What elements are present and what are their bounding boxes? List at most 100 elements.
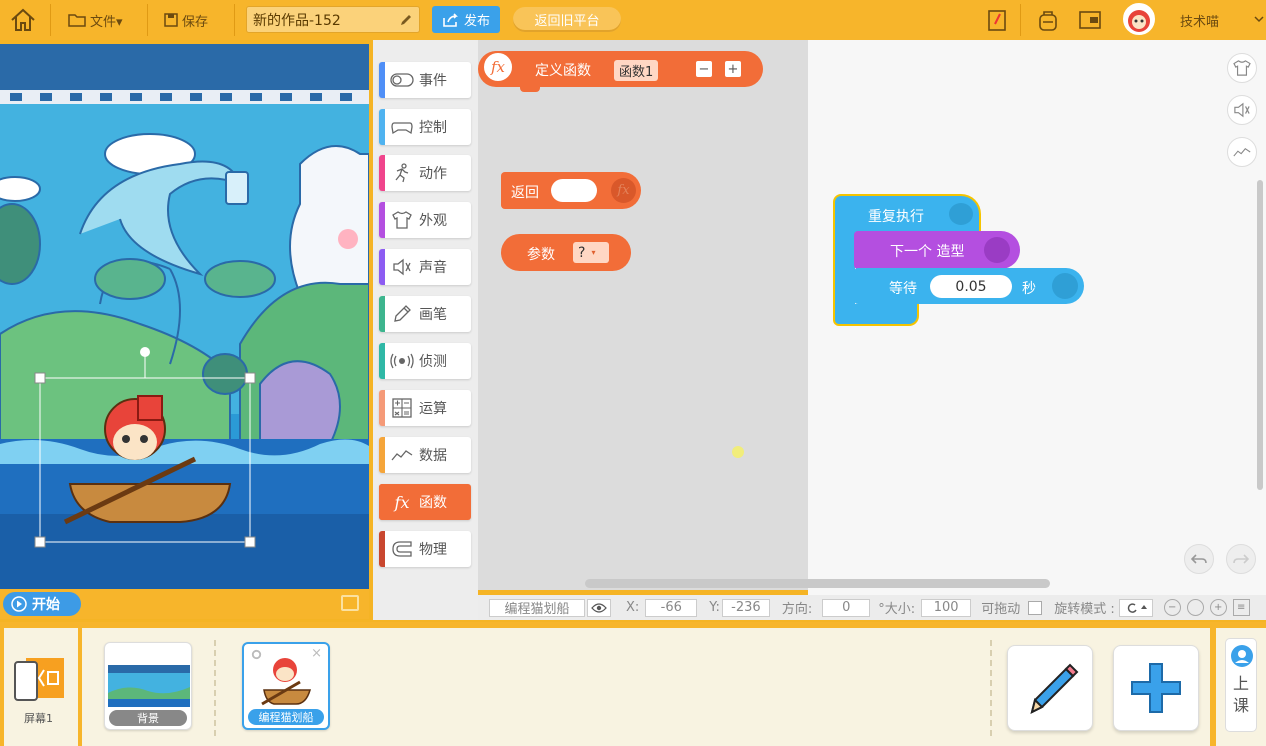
sprite-name-label: 背景: [109, 710, 187, 726]
sprite-status-bar: 编程猫划船 X: -66 Y: -236 方向: 0 °大小: 100 可拖动 …: [478, 595, 1266, 620]
repeat-block-arm: [833, 230, 855, 308]
category-motion[interactable]: 动作: [379, 155, 471, 191]
publish-label: 发布: [463, 14, 490, 29]
rotate-icon: [1127, 602, 1147, 613]
backpack-icon[interactable]: [1036, 8, 1060, 32]
works-folder-icon[interactable]: [1078, 8, 1102, 32]
category-events[interactable]: 事件: [379, 62, 471, 98]
repeat-label: 重复执行: [868, 209, 924, 225]
calculator-icon: [392, 398, 412, 418]
redo-button[interactable]: [1226, 544, 1256, 574]
add-param-button[interactable]: +: [725, 61, 741, 77]
project-title: 新的作品-152: [253, 12, 341, 29]
sprite-card-background[interactable]: 背景: [104, 642, 192, 730]
screen-thumbnail[interactable]: [14, 654, 66, 702]
param-block[interactable]: 参数 ? ▾: [501, 234, 631, 271]
seconds-label: 秒: [1022, 281, 1036, 297]
file-menu[interactable]: 文件▾: [68, 9, 123, 31]
home-icon: [11, 8, 35, 31]
divider: [1020, 4, 1021, 36]
zoom-in-icon[interactable]: +: [1209, 599, 1227, 616]
lesson-book-icon[interactable]: [986, 8, 1010, 32]
return-block[interactable]: 返回 fx: [501, 172, 641, 209]
publish-button[interactable]: 发布: [432, 6, 500, 33]
return-value-slot[interactable]: [551, 179, 597, 202]
y-input[interactable]: -236: [721, 598, 770, 617]
project-title-input[interactable]: 新的作品-152: [246, 6, 420, 33]
next-costume-block[interactable]: 下一个 造型: [854, 231, 1020, 269]
stage-canvas[interactable]: [0, 44, 369, 589]
return-label: 返回: [511, 185, 539, 201]
sprite-card-boat-cat[interactable]: × 编程猫划船: [242, 642, 330, 730]
data-panel-button[interactable]: [1227, 137, 1257, 167]
menu-icon[interactable]: ≡: [1232, 599, 1250, 616]
costume-panel-button[interactable]: [1227, 53, 1257, 83]
category-label: 函数: [419, 495, 447, 511]
plus-icon: [1131, 663, 1181, 713]
divider: [990, 640, 992, 736]
top-bar: 文件▾ 保存 新的作品-152 发布 返回旧平台 技术喵: [0, 0, 1266, 40]
runner-icon: [395, 163, 409, 183]
chart-icon: [391, 450, 413, 461]
avatar-image: [1128, 10, 1150, 32]
category-sound[interactable]: 声音: [379, 249, 471, 285]
remove-param-button[interactable]: −: [696, 61, 712, 77]
sprite-name-field[interactable]: 编程猫划船: [489, 598, 585, 617]
wait-seconds-input[interactable]: 0.05: [930, 275, 1012, 298]
class-button[interactable]: 上课: [1225, 638, 1257, 732]
username[interactable]: 技术喵: [1180, 11, 1219, 30]
add-sprite-button[interactable]: [1113, 645, 1199, 731]
start-button[interactable]: 开始: [3, 592, 81, 616]
fullscreen-icon[interactable]: [341, 595, 359, 611]
category-looks[interactable]: 外观: [379, 202, 471, 238]
category-sensing[interactable]: 侦测: [379, 343, 471, 379]
x-input[interactable]: -66: [645, 598, 698, 617]
sound-panel-button[interactable]: [1227, 95, 1257, 125]
sprite-name-label: 编程猫划船: [248, 709, 324, 725]
play-icon: [11, 596, 27, 612]
size-input[interactable]: 100: [921, 598, 972, 617]
zoom-reset-icon[interactable]: [1186, 599, 1204, 616]
repeat-block[interactable]: 重复执行: [833, 194, 981, 232]
return-old-platform-button[interactable]: 返回旧平台: [513, 7, 621, 32]
toggle-icon: [390, 73, 414, 87]
background-thumbnail-image: [108, 665, 190, 707]
eye-icon: [591, 602, 607, 613]
gamepad-icon: [949, 203, 973, 225]
edit-pencil-icon[interactable]: [399, 13, 413, 27]
chevron-down-icon[interactable]: [1254, 14, 1264, 24]
divider: [147, 4, 148, 36]
undo-button[interactable]: [1184, 544, 1214, 574]
param-value: ?: [578, 244, 586, 261]
rotation-mode-label: 旋转模式 :: [1054, 602, 1115, 617]
rotation-mode-dropdown[interactable]: [1118, 598, 1153, 617]
lesson-icon: [1231, 645, 1253, 667]
category-functions[interactable]: fx 函数: [379, 484, 471, 520]
vertical-scrollbar[interactable]: [1257, 180, 1263, 490]
category-data[interactable]: 数据: [379, 437, 471, 473]
save-button[interactable]: 保存: [164, 9, 208, 31]
category-control[interactable]: 控制: [379, 109, 471, 145]
size-label: °大小:: [878, 602, 916, 617]
function-name-field[interactable]: 函数1: [614, 60, 659, 81]
undo-icon: [1191, 554, 1207, 564]
home-button[interactable]: [8, 5, 38, 35]
param-label: 参数: [527, 247, 555, 263]
category-label: 动作: [419, 166, 447, 182]
draw-sprite-button[interactable]: [1007, 645, 1093, 731]
define-function-block[interactable]: fx 定义函数 函数1 − +: [478, 51, 763, 87]
gamepad-icon: [391, 122, 413, 135]
zoom-out-icon[interactable]: −: [1163, 599, 1181, 616]
param-dropdown[interactable]: ? ▾: [573, 242, 609, 263]
user-avatar[interactable]: [1123, 3, 1155, 35]
draggable-checkbox[interactable]: [1028, 600, 1043, 615]
chevron-down-icon: ▾: [591, 248, 596, 257]
horizontal-scrollbar[interactable]: [585, 579, 1050, 588]
category-physics[interactable]: 物理: [379, 531, 471, 567]
visibility-toggle[interactable]: [587, 598, 611, 617]
direction-input[interactable]: 0: [822, 598, 871, 617]
fx-icon: fx: [394, 492, 410, 512]
category-pen[interactable]: 画笔: [379, 296, 471, 332]
category-operators[interactable]: 运算: [379, 390, 471, 426]
wait-block[interactable]: 等待 0.05 秒: [854, 268, 1084, 304]
